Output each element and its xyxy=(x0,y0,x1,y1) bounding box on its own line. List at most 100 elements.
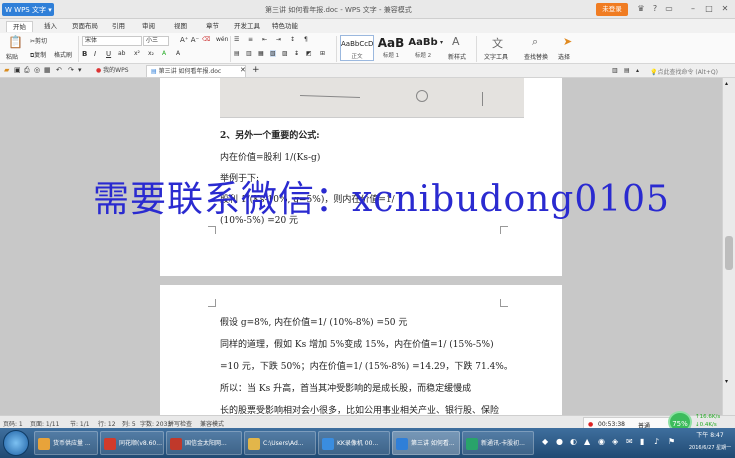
tray-icon[interactable]: ✉ xyxy=(626,438,634,446)
char-shading-icon[interactable]: wén xyxy=(216,36,228,43)
vertical-scrollbar[interactable]: ▴ ▾ xyxy=(722,78,735,415)
underline-icon[interactable]: U xyxy=(106,50,111,58)
paste-button[interactable]: 粘贴 xyxy=(6,52,18,61)
copy-button[interactable]: ⧉复制 xyxy=(30,50,46,60)
quick-access-more-icon[interactable]: ▾ xyxy=(78,66,82,74)
network-tray-icon[interactable]: ▮ xyxy=(640,438,648,446)
redo-icon[interactable]: ↷ xyxy=(68,66,74,74)
numbered-list-icon[interactable]: ≡ xyxy=(248,36,253,43)
taskbar-item-active[interactable]: 第三讲 如何看... xyxy=(392,431,460,455)
text-tools-button[interactable]: 文字工具 xyxy=(484,52,508,61)
align-right-icon[interactable]: ▦ xyxy=(258,50,264,57)
style-heading1[interactable]: AaB 标题 1 xyxy=(376,35,406,61)
scroll-up-icon[interactable]: ▴ xyxy=(725,80,728,87)
document-page[interactable]: 假设 g=8%, 内在价值=1/ (10%-8%) =50 元 同样的道理，假如… xyxy=(160,285,562,415)
spell-check-toggle[interactable]: 拼写检查 xyxy=(168,419,192,428)
tray-icon[interactable]: ◉ xyxy=(598,438,606,446)
flag-icon[interactable]: ⚑ xyxy=(668,438,676,446)
style-normal[interactable]: AaBbCcD 正文 xyxy=(340,35,374,61)
tab-review[interactable]: 审阅 xyxy=(136,21,161,32)
find-icon[interactable]: ⌕ xyxy=(532,35,538,49)
align-left-icon[interactable]: ▤ xyxy=(234,50,240,57)
justify-icon[interactable]: ▧ xyxy=(270,50,276,57)
paste-icon[interactable]: 📋 xyxy=(8,35,23,49)
minimize-button[interactable]: – xyxy=(686,3,700,15)
command-search-box[interactable]: 💡点此查找命令 (Alt+Q) xyxy=(650,67,718,76)
app-menu-button[interactable]: W WPS 文字 ▾ xyxy=(2,3,54,16)
tab-features[interactable]: 特色功能 xyxy=(266,21,304,32)
font-color-icon[interactable]: A xyxy=(176,50,180,57)
export-pdf-icon[interactable]: ▦ xyxy=(44,66,51,74)
decrease-indent-icon[interactable]: ⇤ xyxy=(262,36,267,43)
subscript-icon[interactable]: x₂ xyxy=(148,50,154,57)
ribbon-collapse-icon[interactable]: ▴ xyxy=(636,67,639,74)
taskbar-item[interactable]: KK录像机 00... xyxy=(318,431,390,455)
format-painter-button[interactable]: 格式刷 xyxy=(54,50,72,59)
tab-insert[interactable]: 插入 xyxy=(38,21,63,32)
tab-home[interactable]: 开始 xyxy=(6,21,33,32)
close-tab-icon[interactable]: ✕ xyxy=(240,66,246,74)
close-button[interactable]: ✕ xyxy=(718,3,732,15)
taskbar-item[interactable]: C:\Users\Ad... xyxy=(244,431,316,455)
restore-ribbon-icon[interactable]: ▭ xyxy=(662,3,676,15)
document-canvas[interactable]: 2、另外一个重要的公式: 内在价值=股利 1/(Ks-g) 举例于下: 股利 1… xyxy=(0,78,722,415)
tab-my-wps[interactable]: ● 我的WPS xyxy=(92,65,133,77)
tray-icon[interactable]: ▲ xyxy=(584,438,592,446)
tray-icon[interactable]: ◐ xyxy=(570,438,578,446)
distribute-icon[interactable]: ▨ xyxy=(282,50,288,57)
strikethrough-icon[interactable]: ab xyxy=(118,50,126,57)
font-name-select[interactable]: 宋体 xyxy=(82,36,142,46)
view-switch-icon[interactable]: ▥ xyxy=(612,67,618,74)
maximize-button[interactable]: □ xyxy=(702,3,716,15)
grow-font-icon[interactable]: A⁺ A⁻ xyxy=(180,36,199,44)
volume-icon[interactable]: ♪ xyxy=(654,438,662,446)
tab-developer[interactable]: 开发工具 xyxy=(228,21,266,32)
taskbar-item[interactable]: 同花顺(v8.60... xyxy=(100,431,164,455)
help-icon[interactable]: ? xyxy=(648,3,662,15)
sort-icon[interactable]: ↕ xyxy=(290,36,295,43)
scrollbar-thumb[interactable] xyxy=(725,236,733,270)
increase-indent-icon[interactable]: ⇥ xyxy=(276,36,281,43)
tab-references[interactable]: 引用 xyxy=(106,21,131,32)
bold-icon[interactable]: B xyxy=(82,50,87,58)
preview-icon[interactable]: ◎ xyxy=(34,66,40,74)
show-marks-icon[interactable]: ¶ xyxy=(304,36,308,43)
select-icon[interactable]: ➤ xyxy=(563,35,572,48)
tab-page-layout[interactable]: 页面布局 xyxy=(66,21,104,32)
taskbar-item[interactable]: 货币供应量 ... xyxy=(34,431,98,455)
shading-icon[interactable]: ◩ xyxy=(306,50,312,57)
taskbar-item[interactable]: 新通讯-卡股初... xyxy=(462,431,534,455)
styles-more-icon[interactable]: ▾ xyxy=(440,39,443,46)
open-folder-icon[interactable]: ▰ xyxy=(4,66,9,74)
cut-button[interactable]: ✂剪切 xyxy=(30,36,47,45)
line-spacing-icon[interactable]: ↨ xyxy=(294,50,299,57)
taskbar-item[interactable]: 国信金太阳网... xyxy=(166,431,242,455)
scroll-down-icon[interactable]: ▾ xyxy=(725,378,728,385)
new-tab-icon[interactable]: + xyxy=(252,65,260,75)
clear-format-icon[interactable]: ⌫ xyxy=(202,36,210,43)
print-icon[interactable]: ⎙ xyxy=(24,66,30,75)
new-style-button[interactable]: 新样式 xyxy=(448,52,466,61)
start-button[interactable] xyxy=(3,430,29,456)
tab-view[interactable]: 视图 xyxy=(168,21,193,32)
font-size-select[interactable]: 小三 xyxy=(143,36,169,46)
login-button[interactable]: 未登录 xyxy=(596,3,628,16)
undo-icon[interactable]: ↶ xyxy=(56,66,62,74)
tab-current-document[interactable]: ▤ 第三讲 如何看年报.doc xyxy=(146,65,246,77)
tray-icon[interactable]: ◈ xyxy=(612,438,620,446)
sidebar-toggle-icon[interactable]: ▤ xyxy=(624,67,630,74)
superscript-icon[interactable]: x² xyxy=(134,50,140,57)
italic-icon[interactable]: I xyxy=(94,50,96,58)
align-center-icon[interactable]: ▥ xyxy=(246,50,252,57)
status-wordcount[interactable]: 字数: 2033 xyxy=(140,419,171,428)
highlight-icon[interactable]: A xyxy=(162,50,166,57)
new-style-icon[interactable]: A xyxy=(452,35,460,48)
find-replace-button[interactable]: 查找替换 xyxy=(524,52,548,61)
style-heading2[interactable]: AaBb 标题 2 xyxy=(408,35,438,61)
tray-icon[interactable]: ● xyxy=(556,438,564,446)
select-button[interactable]: 选择 xyxy=(558,52,570,61)
tab-chapter[interactable]: 章节 xyxy=(200,21,225,32)
borders-icon[interactable]: ⊞ xyxy=(320,50,325,57)
text-tools-icon[interactable]: 文 xyxy=(492,35,503,51)
tray-icon[interactable]: ◆ xyxy=(542,438,550,446)
